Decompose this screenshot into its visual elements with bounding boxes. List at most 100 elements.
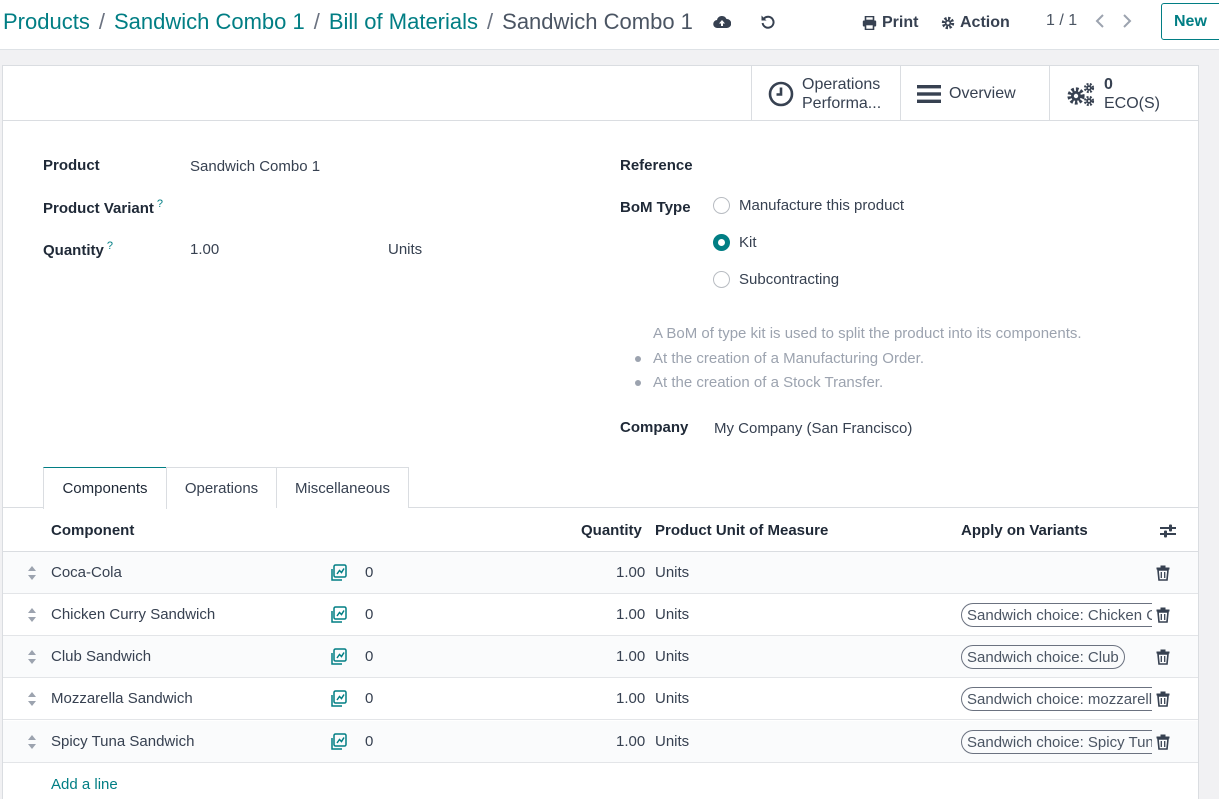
cell-quantity[interactable]: 1.00 — [616, 690, 645, 707]
drag-handle-icon[interactable] — [27, 607, 37, 623]
table-row[interactable]: Mozzarella Sandwich 0 1.00 Units Sandwic… — [3, 678, 1198, 720]
eco-button[interactable]: 0 ECO(S) — [1049, 66, 1198, 121]
cell-quantity[interactable]: 1.00 — [616, 564, 645, 581]
print-button[interactable]: Print — [862, 12, 918, 34]
gear-icon — [941, 16, 955, 30]
variant-tag[interactable]: Sandwich choice: Chicken C — [961, 603, 1152, 627]
help-intro: A BoM of type kit is used to split the p… — [653, 325, 1082, 342]
bom-type-subcontracting-option[interactable]: Subcontracting — [713, 271, 839, 288]
quantity-uom-field[interactable]: Units — [388, 241, 422, 258]
help-tooltip-icon[interactable]: ? — [157, 198, 163, 210]
help-bullet-text: At the creation of a Stock Transfer. — [653, 374, 884, 391]
action-label: Action — [960, 14, 1010, 31]
product-variant-field[interactable] — [190, 198, 570, 220]
discard-undo-icon[interactable] — [758, 12, 778, 32]
column-header-quantity[interactable]: Quantity — [581, 522, 642, 539]
cell-quantity[interactable]: 1.00 — [616, 733, 645, 750]
table-row[interactable]: Chicken Curry Sandwich 0 1.00 Units Sand… — [3, 594, 1198, 636]
column-header-component[interactable]: Component — [51, 522, 134, 539]
drag-handle-icon[interactable] — [27, 734, 37, 750]
cell-uom[interactable]: Units — [655, 733, 689, 750]
cell-uom[interactable]: Units — [655, 690, 689, 707]
forecast-report-icon[interactable] — [329, 733, 347, 751]
optional-columns-sliders-icon[interactable] — [1160, 524, 1176, 538]
tab-operations[interactable]: Operations — [166, 467, 277, 508]
quantity-label: Quantity? — [43, 240, 113, 259]
operations-performance-button[interactable]: Operations Performa... — [751, 66, 900, 121]
overview-button[interactable]: Overview — [900, 66, 1049, 121]
cell-forecast: 0 — [365, 606, 374, 623]
save-cloud-icon[interactable] — [712, 12, 732, 32]
bom-type-kit-label: Kit — [739, 234, 757, 251]
company-field[interactable]: My Company (San Francisco) — [714, 420, 912, 437]
notebook-tabs: Components Operations Miscellaneous — [3, 467, 1198, 509]
list-bars-icon — [917, 84, 941, 103]
cell-component[interactable]: Club Sandwich — [51, 648, 151, 665]
product-label: Product — [43, 157, 100, 174]
breadcrumb-current: Sandwich Combo 1 — [502, 9, 693, 34]
delete-row-trash-icon[interactable] — [1156, 607, 1170, 623]
breadcrumb-separator: / — [487, 9, 494, 34]
delete-row-trash-icon[interactable] — [1156, 691, 1170, 707]
printer-icon — [862, 16, 877, 30]
pager-value[interactable]: 1 / 1 — [1046, 12, 1077, 30]
bom-type-help-text: A BoM of type kit is used to split the p… — [635, 322, 1082, 396]
forecast-report-icon[interactable] — [329, 564, 347, 582]
drag-handle-icon[interactable] — [27, 649, 37, 665]
quantity-field[interactable]: 1.00 — [190, 241, 219, 258]
operations-performance-line1: Operations — [802, 75, 881, 93]
new-button[interactable]: New — [1161, 3, 1219, 40]
radio-kit-selected[interactable] — [713, 234, 730, 251]
company-label: Company — [620, 419, 689, 436]
cell-uom[interactable]: Units — [655, 648, 689, 665]
variant-tag[interactable]: Sandwich choice: mozzarell — [961, 687, 1152, 711]
table-row[interactable]: Coca-Cola 0 1.00 Units — [3, 552, 1198, 594]
cell-forecast: 0 — [365, 564, 374, 581]
drag-handle-icon[interactable] — [27, 565, 37, 581]
cell-quantity[interactable]: 1.00 — [616, 606, 645, 623]
pager-previous-icon[interactable] — [1092, 12, 1108, 30]
bullet-dot — [635, 380, 641, 387]
breadcrumb-separator: / — [98, 9, 105, 34]
breadcrumb-bom-list[interactable]: Bill of Materials — [329, 9, 478, 35]
overview-label: Overview — [949, 84, 1016, 102]
cell-uom[interactable]: Units — [655, 564, 689, 581]
cell-component[interactable]: Coca-Cola — [51, 564, 122, 581]
variant-tag[interactable]: Sandwich choice: Club — [961, 645, 1125, 669]
breadcrumb-product[interactable]: Sandwich Combo 1 — [114, 9, 305, 35]
cell-component[interactable]: Mozzarella Sandwich — [51, 690, 193, 707]
table-row[interactable]: Spicy Tuna Sandwich 0 1.00 Units Sandwic… — [3, 721, 1198, 763]
pager-next-icon[interactable] — [1119, 12, 1135, 30]
cell-component[interactable]: Chicken Curry Sandwich — [51, 606, 215, 623]
forecast-report-icon[interactable] — [329, 648, 347, 666]
radio-subcontracting[interactable] — [713, 271, 730, 288]
control-panel: Products / Sandwich Combo 1 / Bill of Ma… — [0, 0, 1219, 50]
reference-field[interactable] — [714, 155, 1174, 177]
radio-manufacture[interactable] — [713, 197, 730, 214]
tab-miscellaneous[interactable]: Miscellaneous — [276, 467, 409, 508]
add-line-link[interactable]: Add a line — [51, 776, 118, 793]
column-header-variants[interactable]: Apply on Variants — [961, 522, 1088, 539]
table-row[interactable]: Club Sandwich 0 1.00 Units Sandwich choi… — [3, 636, 1198, 678]
delete-row-trash-icon[interactable] — [1156, 734, 1170, 750]
column-header-uom[interactable]: Product Unit of Measure — [655, 522, 828, 539]
cell-quantity[interactable]: 1.00 — [616, 648, 645, 665]
help-tooltip-icon[interactable]: ? — [107, 240, 113, 252]
drag-handle-icon[interactable] — [27, 691, 37, 707]
delete-row-trash-icon[interactable] — [1156, 565, 1170, 581]
forecast-report-icon[interactable] — [329, 690, 347, 708]
breadcrumb-products[interactable]: Products — [3, 9, 90, 35]
bom-type-kit-option[interactable]: Kit — [713, 234, 757, 251]
tab-components[interactable]: Components — [43, 467, 167, 509]
forecast-report-icon[interactable] — [329, 606, 347, 624]
variant-tag[interactable]: Sandwich choice: Spicy Tun — [961, 730, 1152, 754]
help-bullet-text: At the creation of a Manufacturing Order… — [653, 349, 924, 367]
action-button[interactable]: Action — [941, 12, 1010, 34]
bom-type-manufacture-option[interactable]: Manufacture this product — [713, 197, 904, 214]
product-field[interactable]: Sandwich Combo 1 — [190, 158, 320, 175]
breadcrumb: Products / Sandwich Combo 1 / Bill of Ma… — [3, 6, 693, 38]
operations-performance-line2: Performa... — [802, 94, 882, 112]
cell-uom[interactable]: Units — [655, 606, 689, 623]
delete-row-trash-icon[interactable] — [1156, 649, 1170, 665]
cell-component[interactable]: Spicy Tuna Sandwich — [51, 733, 194, 750]
